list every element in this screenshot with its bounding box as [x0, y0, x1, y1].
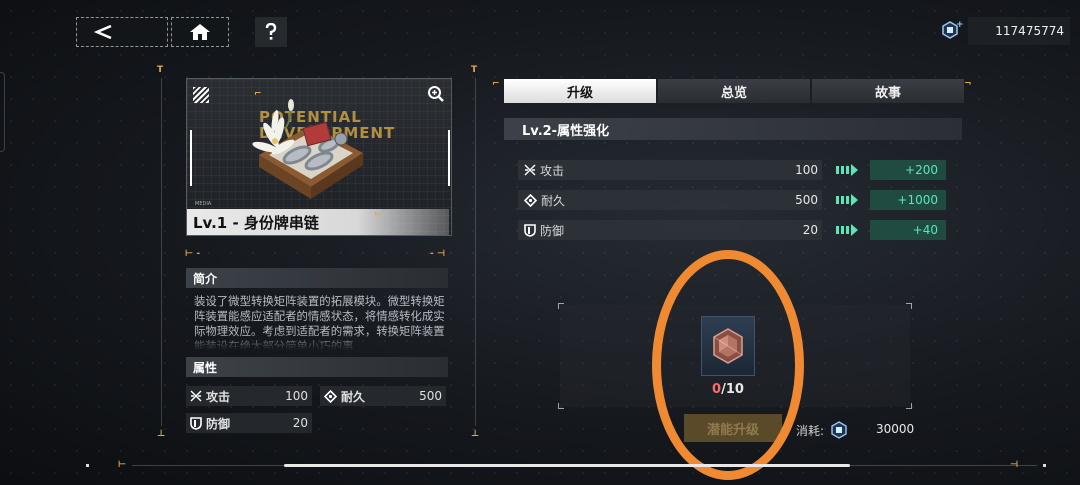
item-name-label: Lv.1 - 身份牌串链	[187, 209, 449, 235]
attribute-value: 20	[292, 416, 308, 430]
frame-line	[475, 78, 476, 426]
stat-value: 20	[802, 223, 818, 237]
back-button[interactable]	[76, 17, 168, 47]
potential-upgrade-button[interactable]: 潜能升级	[684, 414, 782, 442]
increase-arrow-icon	[836, 224, 858, 236]
card-edge-bar	[448, 130, 450, 186]
material-need: /10	[721, 382, 744, 397]
stat-value: 100	[795, 163, 818, 177]
help-icon	[265, 23, 277, 40]
attack-icon	[524, 164, 536, 176]
help-button[interactable]	[255, 17, 287, 47]
frame-tick: ⊢	[118, 460, 127, 470]
increase-arrow-icon	[836, 164, 858, 176]
zoom-icon[interactable]	[427, 85, 445, 107]
upgrade-level-title: Lv.2-属性强化	[504, 118, 962, 140]
material-slot[interactable]	[701, 316, 755, 376]
increase-arrow-icon	[836, 194, 858, 206]
frame-line	[161, 78, 162, 426]
stat-value: 500	[795, 193, 818, 207]
cost-value: 30000	[876, 422, 915, 436]
crystal-currency-icon	[830, 421, 848, 443]
deco-dot	[1043, 464, 1046, 467]
card-edge-bar	[190, 130, 192, 186]
attribute-value: 100	[285, 389, 308, 403]
attribute-durability: 耐久 500	[320, 386, 446, 406]
attribute-label: 攻击	[206, 389, 231, 404]
stat-label: 防御	[540, 223, 565, 238]
material-count: 0/10	[701, 382, 755, 398]
attribute-label: 耐久	[341, 389, 366, 404]
defense-icon	[524, 223, 536, 237]
corner-bracket	[558, 303, 564, 309]
attack-icon	[190, 390, 202, 402]
frame-tick: ⊥	[157, 429, 166, 439]
frame-tick: ⊣	[1010, 460, 1019, 470]
attribute-attack: 攻击 100	[186, 386, 312, 406]
intro-heading: 简介	[186, 268, 448, 288]
attributes-heading: 属性	[186, 357, 448, 377]
frame-tick: ⊥	[471, 429, 480, 439]
frame-tick: T	[471, 65, 478, 75]
stat-bonus: +1000	[870, 190, 946, 210]
frame-tick: ⊢ -	[185, 249, 201, 259]
durability-icon	[524, 193, 537, 207]
card-bracket: ⌙	[374, 209, 382, 219]
attribute-value: 500	[419, 389, 442, 403]
card-bracket: ⌐	[254, 89, 262, 99]
attribute-label: 防御	[206, 416, 231, 431]
edge-marker	[0, 72, 5, 152]
frame-tick: T	[157, 65, 164, 75]
tab-overview[interactable]: 总览	[658, 79, 810, 103]
attribute-defense: 防御 20	[186, 413, 312, 433]
deco-dot	[86, 464, 89, 467]
defense-icon	[190, 416, 202, 430]
media-tag: MEDIA	[195, 201, 212, 207]
corner-bracket	[906, 303, 912, 309]
page-progress-bar	[284, 464, 850, 467]
bronze-crystal-icon	[713, 328, 743, 364]
upgrade-stat-durability: 耐久 500	[518, 190, 822, 210]
material-have: 0	[712, 382, 722, 397]
stat-bonus: +200	[870, 160, 946, 180]
home-button[interactable]	[171, 17, 229, 47]
corner-bracket	[906, 403, 912, 409]
frame-tick: ⌐	[492, 79, 500, 89]
tab-story[interactable]: 故事	[812, 79, 964, 103]
frame-tick: - ⊣	[430, 249, 446, 259]
dogtag-chain-illustration	[252, 99, 363, 199]
stat-label: 攻击	[540, 163, 565, 178]
home-icon	[190, 24, 210, 40]
cost-label: 消耗:	[796, 424, 825, 438]
crystal-currency-icon[interactable]: +	[941, 19, 964, 44]
currency-display: + 117475774	[942, 17, 1070, 45]
stat-bonus: +40	[870, 220, 946, 240]
frame-tick: ¬	[964, 79, 972, 89]
back-arrow-icon	[93, 24, 112, 40]
durability-icon	[324, 389, 337, 403]
tab-upgrade[interactable]: 升级	[504, 79, 656, 103]
item-description: 装设了微型转换矩阵装置的拓展模块。微型转换矩阵装置能感应适配者的情感状态，将情感…	[194, 294, 445, 350]
item-card[interactable]: POTENTIAL DEVELOPMENT	[186, 78, 452, 236]
upgrade-stat-attack: 攻击 100	[518, 160, 822, 180]
rarity-stripe-icon	[193, 87, 209, 103]
upgrade-stat-defense: 防御 20	[518, 220, 822, 240]
corner-bracket	[558, 403, 564, 409]
svg-text:+: +	[956, 20, 963, 30]
stat-label: 耐久	[541, 193, 566, 208]
currency-amount: 117475774	[995, 24, 1064, 38]
